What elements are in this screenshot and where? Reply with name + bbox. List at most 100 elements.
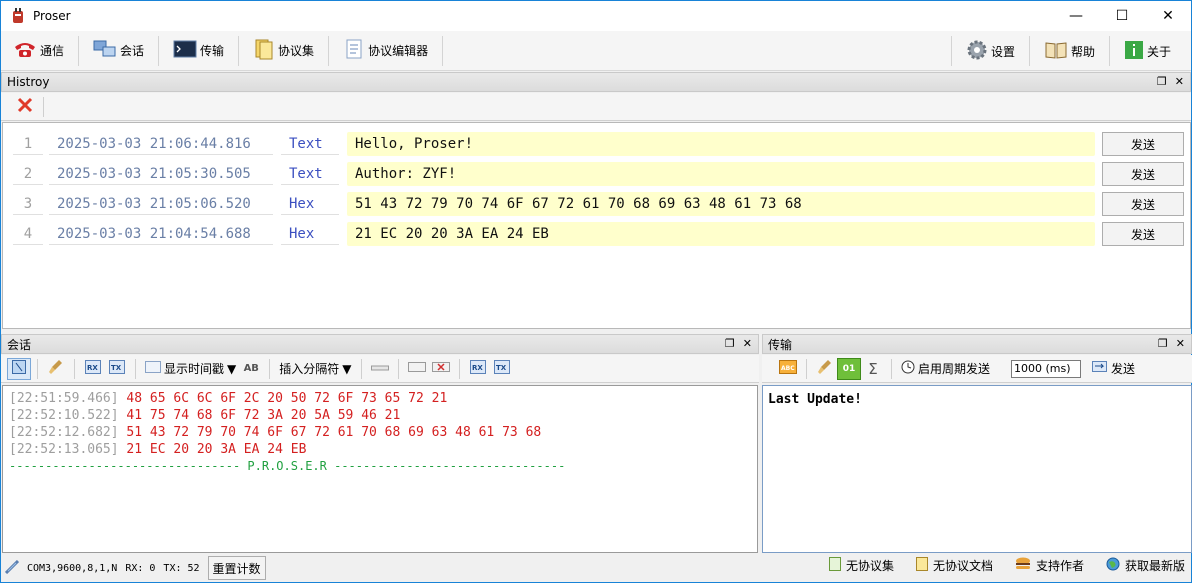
toolbar-transfer-label: 传输 — [200, 44, 225, 58]
session-tx-button[interactable]: TX — [105, 358, 129, 380]
clock-icon — [901, 360, 915, 377]
transfer-input[interactable]: Last Update! — [762, 385, 1192, 553]
toolbar-protocol-set-button[interactable]: 协议集 — [245, 34, 322, 68]
session-toolbar: RX TX 显示时间戳 ▼ AB 插入分隔符 ▼ RX TX — [1, 355, 759, 383]
info-icon — [1124, 40, 1144, 63]
period-input[interactable]: 1000 (ms) — [1011, 359, 1082, 378]
history-row-data[interactable]: 21 EC 20 20 3A EA 24 EB — [347, 222, 1095, 246]
transfer-clear-button[interactable] — [813, 358, 837, 380]
toolbar-protocol-editor-button[interactable]: 协议编辑器 — [335, 34, 436, 68]
clear-history-button[interactable] — [13, 96, 37, 118]
toolbar-help-button[interactable]: 帮助 — [1036, 34, 1103, 68]
session-rx2-button[interactable]: RX — [466, 358, 490, 380]
rx-count: RX: 0 — [125, 562, 156, 574]
svg-text:ABC: ABC — [781, 365, 795, 372]
support-author-link[interactable]: 支持作者 — [1015, 557, 1084, 574]
font-icon: AB — [243, 363, 259, 374]
port-settings: COM3,9600,8,1,N — [27, 562, 118, 574]
session-icon — [93, 39, 117, 62]
toolbar-comm-button[interactable]: 通信 — [5, 34, 72, 68]
history-send-button[interactable]: 发送 — [1102, 132, 1184, 156]
history-row-data[interactable]: Author: ZYF! — [347, 162, 1095, 186]
keyboard-icon — [407, 361, 426, 376]
protocol-doc-status[interactable]: 无协议文档 — [915, 557, 993, 574]
clear-input-icon — [431, 361, 450, 376]
insert-separator-label: 插入分隔符 — [279, 362, 340, 376]
clear-input-button[interactable] — [429, 358, 453, 380]
session-log[interactable]: [22:51:59.466] 48 65 6C 6C 6F 2C 20 50 7… — [2, 385, 758, 553]
history-row-time: 2025-03-03 21:05:06.520 — [49, 193, 273, 215]
transfer-toolbar: ABC 01 Σ 启用周期发送 1000 (ms) 发送 — [762, 355, 1192, 383]
get-latest-label: 获取最新版 — [1124, 559, 1185, 573]
history-row-data[interactable]: Hello, Proser! — [347, 132, 1095, 156]
title-bar: Proser — ☐ ✕ — [1, 1, 1191, 31]
tx-icon: TX — [493, 360, 510, 377]
transfer-send-label: 发送 — [1111, 362, 1136, 376]
history-toolbar — [1, 93, 1191, 121]
float-icon[interactable]: ❐ — [725, 337, 735, 350]
session-font-button[interactable]: AB — [239, 358, 263, 380]
main-toolbar: 通信 会话 传输 协议集 协议编辑器 设置 帮助 关于 — [1, 31, 1191, 71]
transfer-text-mode-button[interactable]: ABC — [776, 358, 800, 380]
close-button[interactable]: ✕ — [1145, 1, 1191, 31]
log-data: 41 75 74 68 6F 72 3A 20 5A 59 46 21 — [126, 408, 401, 423]
history-row-type[interactable]: Hex — [281, 223, 339, 245]
close-icon[interactable]: ✕ — [1175, 75, 1184, 88]
close-icon[interactable]: ✕ — [743, 337, 752, 350]
toolbar-comm-label: 通信 — [40, 44, 65, 58]
history-send-button[interactable]: 发送 — [1102, 222, 1184, 246]
toolbar-help-label: 帮助 — [1070, 44, 1095, 59]
insert-separator-button[interactable]: 插入分隔符 ▼ — [276, 358, 354, 380]
history-row-data[interactable]: 51 43 72 79 70 74 6F 67 72 61 70 68 69 6… — [347, 192, 1095, 216]
svg-text:RX: RX — [472, 364, 483, 372]
toolbar-transfer-button[interactable]: 传输 — [165, 34, 232, 68]
log-timestamp: [22:52:12.682] — [9, 425, 119, 440]
session-panel-header: 会话 ❐ ✕ — [1, 334, 759, 354]
history-row-type[interactable]: Hex — [281, 193, 339, 215]
history-send-button[interactable]: 发送 — [1102, 192, 1184, 216]
session-wrap-button[interactable] — [7, 357, 31, 380]
period-send-toggle[interactable]: 启用周期发送 — [898, 358, 993, 380]
transfer-checksum-button[interactable]: Σ — [861, 358, 885, 380]
minimize-button[interactable]: — — [1053, 1, 1099, 31]
close-icon[interactable]: ✕ — [1176, 337, 1185, 350]
keyboard-button[interactable] — [405, 358, 429, 380]
session-tx2-button[interactable]: TX — [490, 358, 514, 380]
history-row-type[interactable]: Text — [281, 163, 339, 185]
session-clear-button[interactable] — [44, 358, 68, 380]
toolbar-settings-button[interactable]: 设置 — [958, 34, 1023, 68]
support-author-label: 支持作者 — [1035, 559, 1084, 573]
log-data: 21 EC 20 20 3A EA 24 EB — [126, 442, 307, 457]
show-timestamp-button[interactable]: 显示时间戳 ▼ — [142, 358, 239, 380]
float-icon[interactable]: ❐ — [1158, 337, 1168, 350]
float-icon[interactable]: ❐ — [1157, 75, 1167, 88]
log-line: [22:52:12.682] 51 43 72 79 70 74 6F 67 7… — [9, 424, 751, 441]
svg-text:TX: TX — [496, 364, 507, 372]
history-row-time: 2025-03-03 21:04:54.688 — [49, 223, 273, 245]
burger-icon — [1015, 557, 1031, 574]
history-list: 1 2025-03-03 21:06:44.816 Text Hello, Pr… — [2, 122, 1191, 329]
history-send-button[interactable]: 发送 — [1102, 162, 1184, 186]
history-panel-title: Histroy — [7, 75, 50, 89]
reset-count-button[interactable]: 重置计数 — [207, 556, 266, 580]
maximize-button[interactable]: ☐ — [1099, 1, 1145, 31]
app-logo-icon — [10, 8, 26, 24]
get-latest-link[interactable]: 获取最新版 — [1106, 557, 1185, 574]
history-row-number: 1 — [13, 133, 43, 155]
toolbar-session-button[interactable]: 会话 — [85, 34, 152, 68]
rx-icon: RX — [85, 360, 101, 377]
history-row-type[interactable]: Text — [281, 133, 339, 155]
toolbar-settings-label: 设置 — [990, 44, 1015, 59]
transfer-send-button[interactable]: 发送 — [1089, 358, 1138, 380]
session-rx-button[interactable]: RX — [81, 358, 105, 380]
separator-line-button[interactable] — [368, 358, 392, 380]
toolbar-about-button[interactable]: 关于 — [1116, 34, 1179, 68]
minimize-icon: — — [1069, 8, 1083, 24]
phone-icon — [13, 39, 37, 62]
abc-icon: ABC — [779, 360, 797, 377]
toolbar-session-label: 会话 — [120, 44, 145, 58]
transfer-hex-button[interactable]: 01 — [837, 357, 861, 380]
delete-icon — [17, 97, 33, 116]
status-bar: COM3,9600,8,1,N RX: 0 TX: 52 重置计数 无协议集 无… — [1, 554, 1191, 582]
protocol-set-status[interactable]: 无协议集 — [828, 557, 894, 574]
